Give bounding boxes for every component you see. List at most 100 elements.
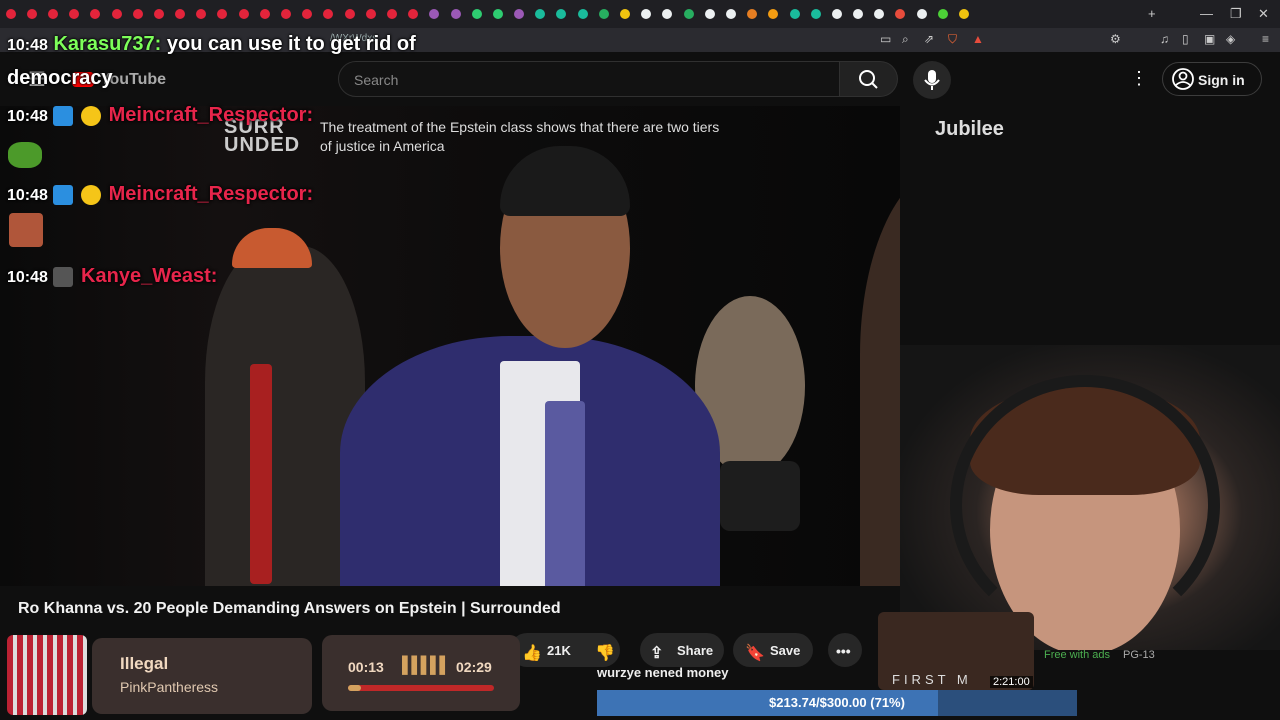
browser-tab[interactable] [302, 9, 313, 19]
browser-tab[interactable] [810, 9, 821, 19]
orange-cap [232, 228, 312, 268]
browser-tab[interactable] [768, 9, 779, 19]
browser-tab[interactable] [725, 9, 736, 19]
like-button[interactable]: 👍 21K 👎 [510, 633, 620, 667]
share-button[interactable]: ⇪ Share [640, 633, 724, 667]
timer-total: 02:29 [456, 659, 492, 675]
suggested-video-thumbnail[interactable]: FIRST M 2:21:00 [878, 612, 1034, 690]
timer-progress-track [348, 685, 494, 691]
browser-tab[interactable] [90, 9, 101, 19]
share-label: Share [677, 643, 714, 658]
voice-search-button[interactable] [913, 61, 951, 99]
wallet-icon[interactable]: ▣ [1204, 32, 1215, 46]
browser-tab[interactable] [175, 9, 186, 19]
browser-tab[interactable] [153, 9, 164, 19]
browser-tab[interactable] [429, 9, 440, 19]
close-window-icon[interactable]: ✕ [1258, 6, 1269, 22]
browser-tab[interactable] [471, 9, 482, 19]
moderator-badge-icon [53, 105, 74, 126]
browser-tab[interactable] [386, 9, 397, 19]
sub-badge-icon [53, 266, 74, 287]
cast-icon[interactable]: ▭ [880, 32, 891, 46]
browser-tab[interactable] [895, 9, 906, 19]
extensions-icon[interactable]: ⚙ [1110, 32, 1121, 46]
browser-tab[interactable] [641, 9, 652, 19]
browser-tab[interactable] [556, 9, 567, 19]
browser-tab[interactable] [492, 9, 503, 19]
browser-tab[interactable] [450, 9, 461, 19]
browser-tab[interactable] [683, 9, 694, 19]
sub-badge-icon [81, 105, 102, 126]
face-emote-icon [9, 213, 43, 247]
search-button[interactable] [840, 61, 898, 97]
browser-tab[interactable] [874, 9, 885, 19]
browser-tab[interactable] [344, 9, 355, 19]
browser-tab[interactable] [831, 9, 842, 19]
browser-tab[interactable] [281, 9, 292, 19]
brave-shield-icon[interactable]: ⛉ [948, 32, 957, 47]
new-tab-icon[interactable]: + [1148, 6, 1156, 21]
chat-time: 10:48 [7, 187, 48, 204]
album-art [7, 635, 87, 715]
browser-tab[interactable] [789, 9, 800, 19]
browser-tab[interactable] [577, 9, 588, 19]
browser-tab[interactable] [514, 9, 525, 19]
song-title: Illegal [120, 654, 169, 673]
tts-message: wurzye nened money [597, 665, 729, 680]
video-caption: The treatment of the Epstein class shows… [320, 119, 720, 154]
browser-tab-strip [0, 0, 1280, 28]
donation-goal-bar: $213.74/$300.00 (71%) [597, 690, 1077, 716]
browser-tab[interactable] [853, 9, 864, 19]
browser-tab[interactable] [259, 9, 270, 19]
browser-tab[interactable] [916, 9, 927, 19]
browser-tab[interactable] [408, 9, 419, 19]
browser-tab[interactable] [959, 9, 970, 19]
browser-tab[interactable] [238, 9, 249, 19]
rating-badge: PG-13 [1123, 649, 1155, 661]
chat-message: 10:48 Meincraft_Respector: [7, 183, 313, 206]
thumbs-down-icon[interactable]: 👎 [595, 643, 615, 663]
chat-time: 10:48 [7, 108, 48, 125]
sign-in-button[interactable]: Sign in [1162, 62, 1262, 96]
jubilee-watermark: Jubilee [935, 118, 1004, 140]
browser-tab[interactable] [111, 9, 122, 19]
browser-tab[interactable] [323, 9, 334, 19]
rewards-icon[interactable]: ▲ [972, 32, 984, 46]
stream-timer-widget: 00:13 ▌▌▌▌▌ 02:29 [322, 635, 520, 711]
donation-goal-label: $213.74/$300.00 (71%) [769, 695, 905, 710]
vpn-icon[interactable]: ◈ [1226, 32, 1235, 46]
like-count: 21K [547, 643, 571, 658]
browser-tab[interactable] [26, 9, 37, 19]
save-button[interactable]: 🔖 Save [733, 633, 813, 667]
browser-tab[interactable] [217, 9, 228, 19]
browser-tab[interactable] [196, 9, 207, 19]
more-actions-button[interactable]: ••• [828, 633, 862, 667]
share-page-icon[interactable]: ⇗ [924, 32, 934, 46]
browser-tab[interactable] [69, 9, 80, 19]
more-options-icon[interactable]: ⋮ [1130, 68, 1148, 89]
browser-tab[interactable] [937, 9, 948, 19]
minimize-icon[interactable]: — [1200, 6, 1213, 21]
browser-tab[interactable] [47, 9, 58, 19]
browser-tab[interactable] [365, 9, 376, 19]
menu-icon[interactable]: ≡ [1262, 32, 1269, 46]
browser-tab[interactable] [704, 9, 715, 19]
browser-tab[interactable] [5, 9, 16, 19]
thumbs-up-icon: 👍 [522, 645, 542, 662]
media-icon[interactable]: ♫ [1160, 32, 1169, 46]
moderator-badge-icon [53, 184, 74, 205]
timer-progress-fill [348, 685, 362, 691]
browser-tab[interactable] [535, 9, 546, 19]
zoom-icon[interactable]: ⌕ [902, 32, 909, 47]
webcam-overlay [900, 345, 1280, 650]
browser-tab[interactable] [747, 9, 758, 19]
browser-tab[interactable] [598, 9, 609, 19]
browser-tab[interactable] [132, 9, 143, 19]
sidebar-icon[interactable]: ▯ [1182, 32, 1189, 46]
maximize-icon[interactable]: ❐ [1230, 6, 1242, 22]
video-player[interactable]: SURR UNDED The treatment of the Epstein … [0, 106, 900, 586]
chat-message: 10:48 Kanye_Weast: [7, 265, 217, 288]
bookmark-icon: 🔖 [745, 645, 765, 662]
browser-tab[interactable] [662, 9, 673, 19]
browser-tab[interactable] [620, 9, 631, 19]
